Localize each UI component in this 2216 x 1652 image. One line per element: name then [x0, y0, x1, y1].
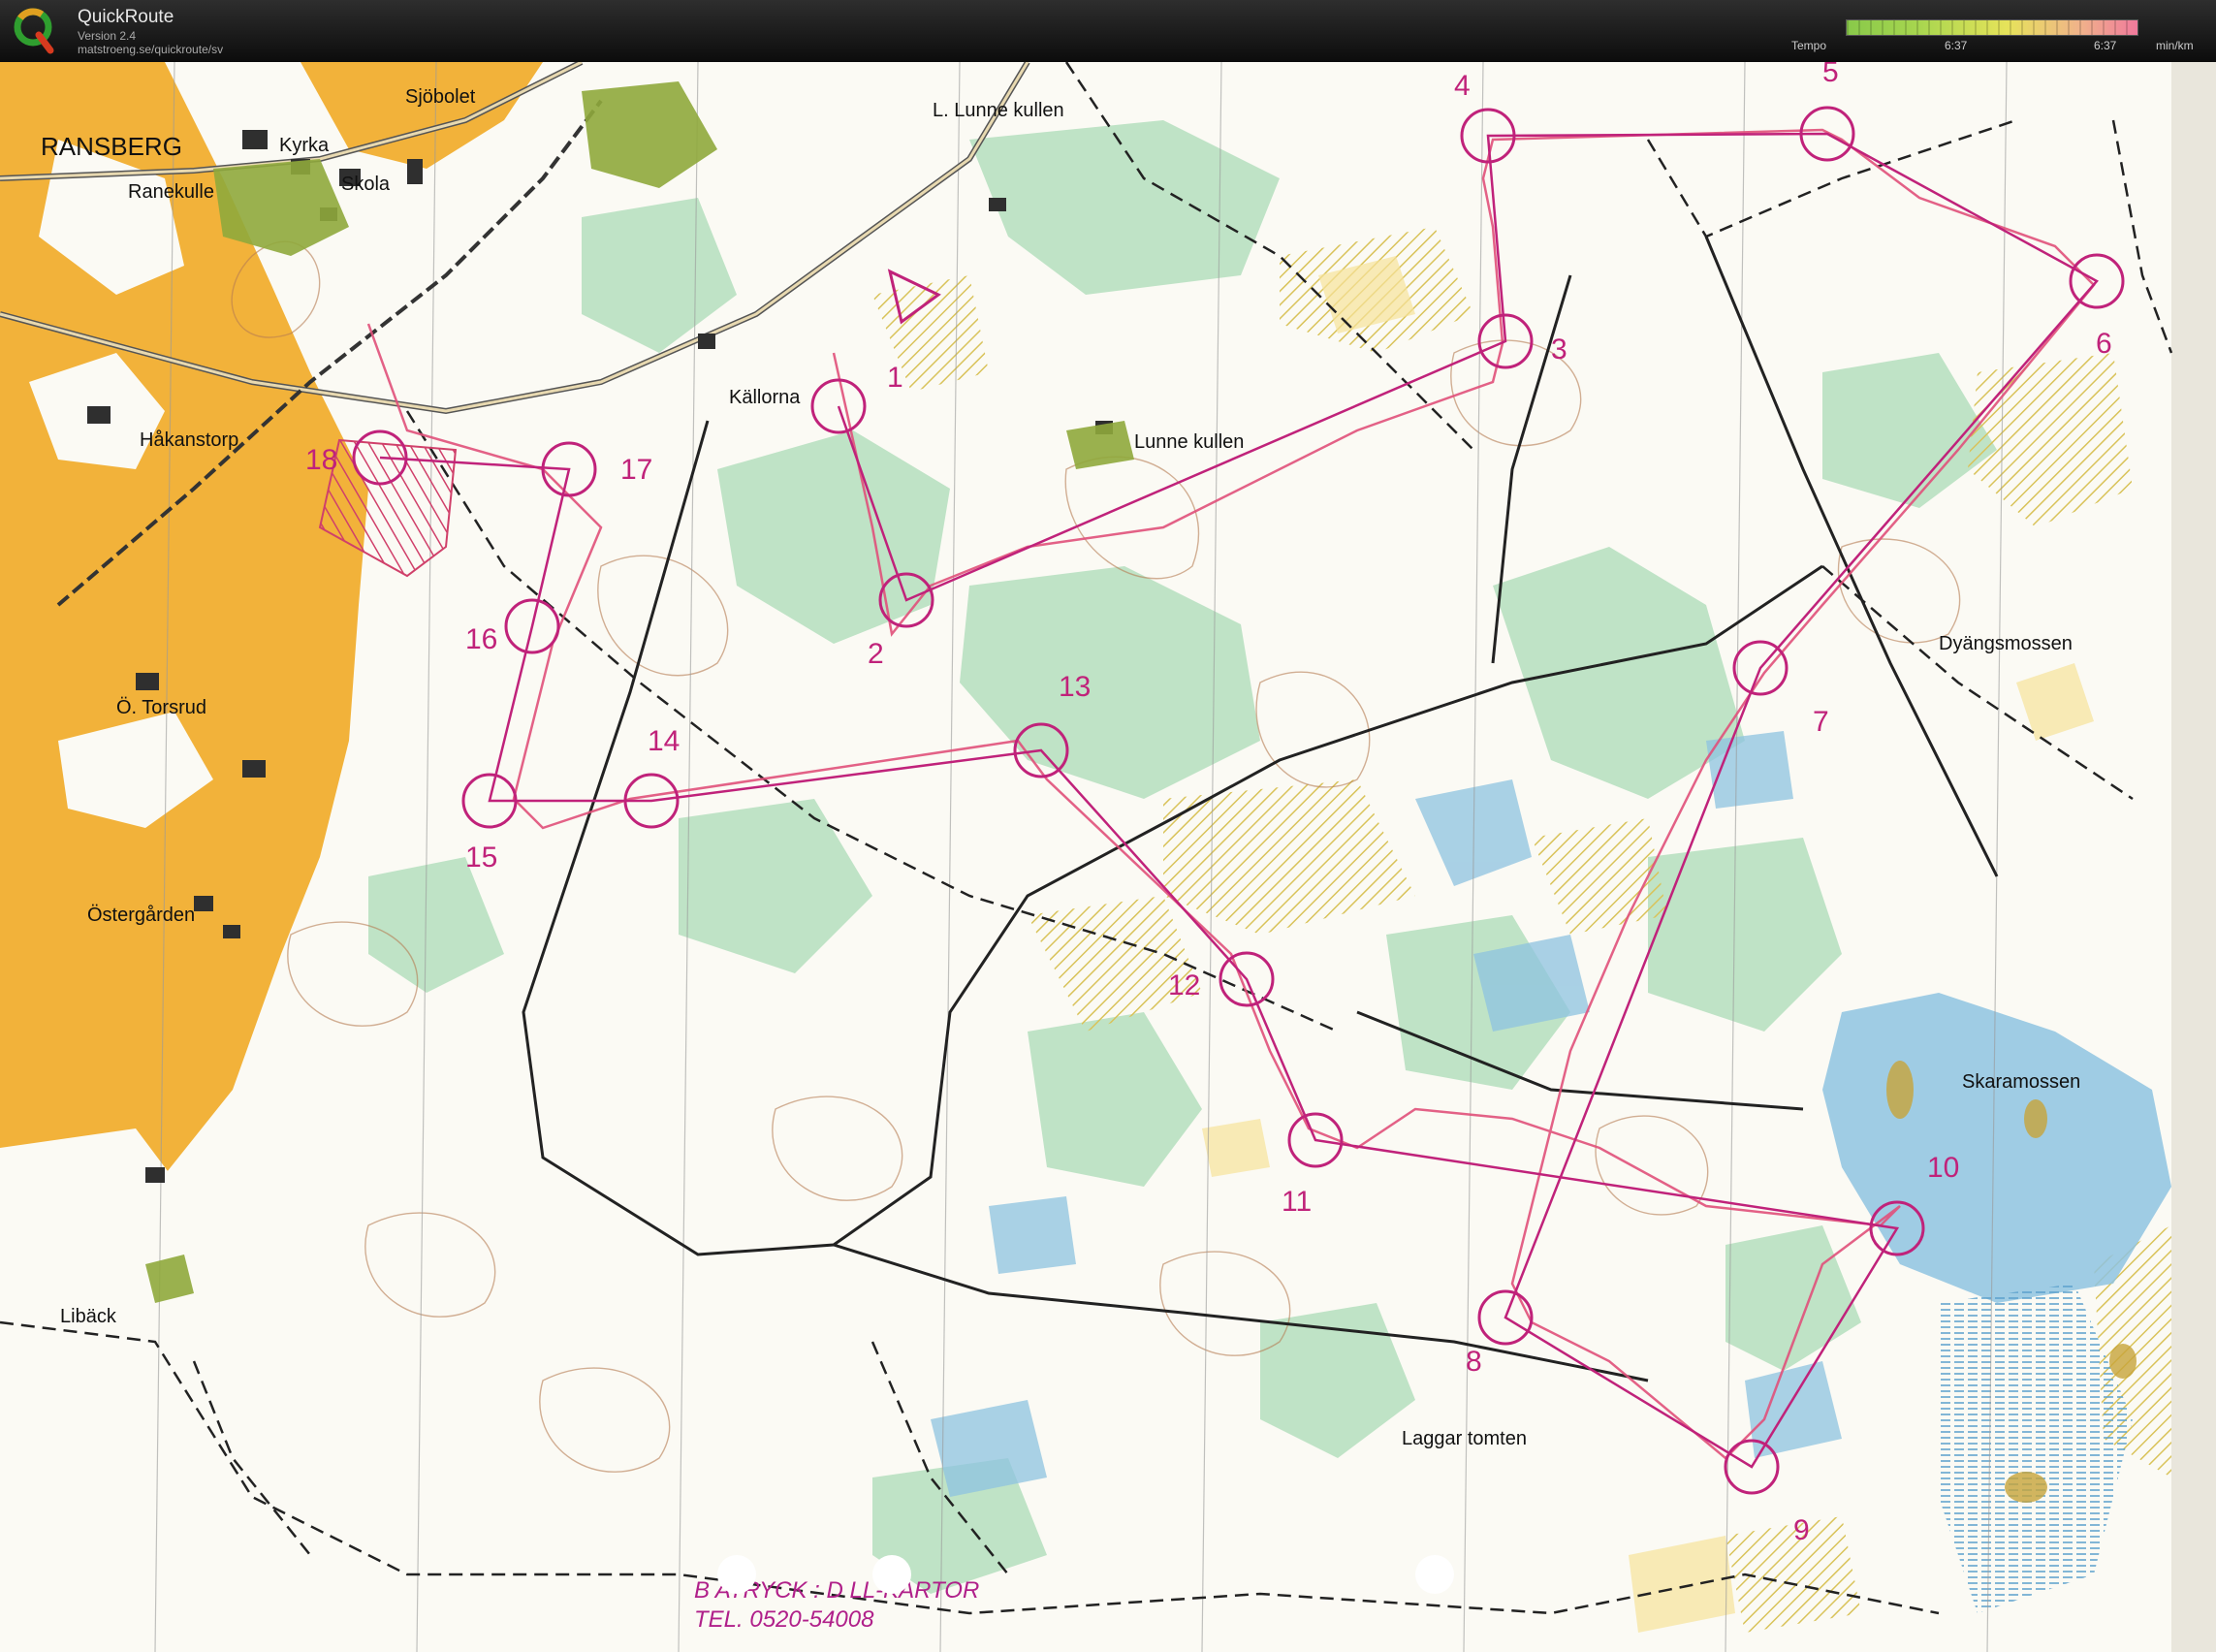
- place-name-torsrud: Ö. Torsrud: [116, 697, 206, 718]
- place-name-lunne-kullen: Lunne kullen: [1134, 431, 1244, 453]
- control-number-13: 13: [1059, 671, 1091, 703]
- control-number-15: 15: [465, 842, 497, 874]
- place-name-laggar-tomten: Laggar tomten: [1402, 1428, 1527, 1449]
- place-name-sj-bolet: Sjöbolet: [405, 86, 476, 108]
- control-number-6: 6: [2096, 328, 2112, 360]
- orienteering-map[interactable]: 1234 56789101112131415161718 RANSBERGSjöb…: [0, 62, 2216, 1652]
- control-number-11: 11: [1282, 1186, 1312, 1218]
- app-version: Version 2.4: [78, 29, 137, 43]
- control-number-4: 4: [1454, 70, 1471, 102]
- place-name-skola: Skola: [341, 174, 391, 195]
- control-number-18: 18: [305, 444, 337, 476]
- place-name-k-llorna: Källorna: [729, 387, 801, 408]
- place-name-l-lunne-kullen: L. Lunne kullen: [933, 100, 1064, 121]
- app-url: matstroeng.se/quickroute/sv: [78, 43, 224, 56]
- control-number-1: 1: [887, 362, 903, 394]
- map-paper: [0, 62, 2171, 1652]
- control-number-16: 16: [465, 623, 497, 655]
- control-number-8: 8: [1466, 1346, 1482, 1378]
- tempo-color-scale: [1846, 19, 2138, 36]
- legend-unit: min/km: [2156, 39, 2194, 52]
- control-number-14: 14: [648, 725, 680, 757]
- place-name-kyrka: Kyrka: [279, 135, 330, 156]
- place-name-ransberg: RANSBERG: [41, 132, 182, 161]
- map-margin: [2171, 62, 2216, 1652]
- place-name-skaramossen: Skaramossen: [1962, 1071, 2080, 1093]
- place-name-ranekulle: Ranekulle: [128, 181, 214, 203]
- place-name-h-kanstorp: Håkanstorp: [140, 429, 238, 451]
- control-number-9: 9: [1793, 1514, 1810, 1546]
- control-number-10: 10: [1927, 1152, 1959, 1184]
- control-number-5: 5: [1822, 62, 1839, 88]
- place-name-sterg-rden: Östergården: [87, 905, 195, 926]
- legend-max: 6:37: [2094, 39, 2117, 52]
- control-number-12: 12: [1168, 969, 1200, 1001]
- control-number-7: 7: [1813, 706, 1829, 738]
- control-number-17: 17: [620, 454, 652, 486]
- map-view[interactable]: 1 2 3 4 5 6 7 8 9 10 11 12 13 14 15 16 17 18 RANSBERG Sjöb…: [0, 62, 2216, 1652]
- place-name-lib-ck: Libäck: [60, 1306, 117, 1327]
- control-number-3: 3: [1551, 334, 1567, 365]
- control-number-2: 2: [868, 638, 884, 670]
- place-name-dy-ngsmossen: Dyängsmossen: [1939, 633, 2073, 654]
- legend-min: 6:37: [1945, 39, 1968, 52]
- title-bar: QuickRoute Version 2.4 matstroeng.se/qui…: [0, 0, 2216, 62]
- legend-label: Tempo: [1791, 39, 1827, 52]
- app-name: QuickRoute: [78, 7, 174, 27]
- printer-line-2: TEL. 0520-54008: [694, 1606, 874, 1633]
- quickroute-logo-icon: [14, 8, 54, 54]
